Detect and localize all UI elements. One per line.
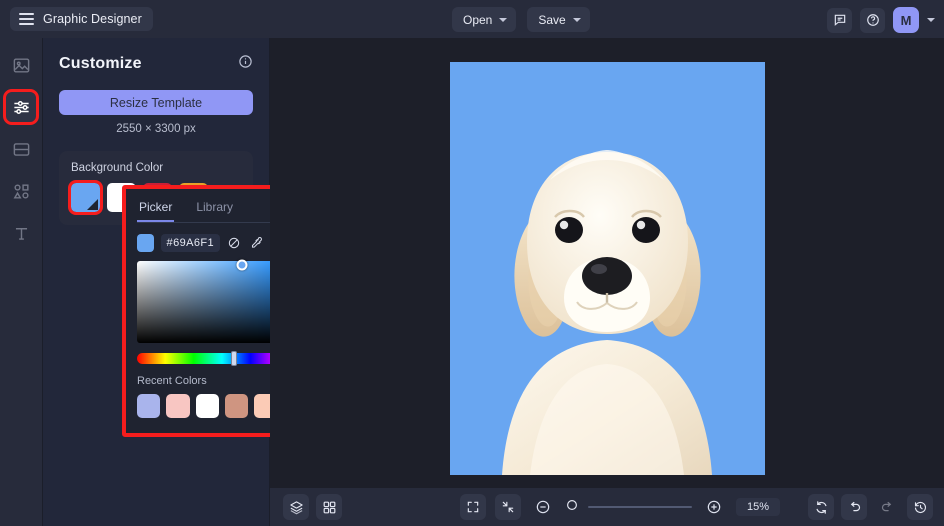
panel-header: Customize bbox=[59, 54, 253, 74]
top-bar-left: Graphic Designer bbox=[10, 7, 153, 31]
artboard[interactable] bbox=[450, 62, 765, 475]
current-color-chip bbox=[137, 234, 154, 252]
info-icon[interactable] bbox=[238, 54, 253, 74]
puppy-artwork bbox=[502, 150, 712, 475]
zoom-controls: 15% bbox=[460, 494, 780, 520]
open-label: Open bbox=[463, 12, 493, 27]
hue-slider-handle[interactable] bbox=[230, 351, 237, 366]
zoom-slider-track[interactable] bbox=[588, 506, 692, 508]
hex-input[interactable]: #69A6F1 bbox=[160, 234, 220, 252]
app-root: Graphic Designer Open Save M Customize R… bbox=[0, 0, 944, 526]
reset-icon[interactable] bbox=[808, 494, 834, 520]
template-dimensions: 2550 × 3300 px bbox=[116, 123, 196, 135]
tab-library[interactable]: Library bbox=[194, 197, 235, 222]
bottom-bar-right bbox=[808, 494, 933, 520]
redo-icon[interactable] bbox=[874, 494, 900, 520]
chevron-down-icon bbox=[499, 17, 508, 22]
save-button[interactable]: Save bbox=[527, 7, 590, 32]
avatar[interactable]: M bbox=[893, 7, 919, 33]
top-bar: Graphic Designer Open Save M bbox=[0, 0, 944, 38]
app-title-chip[interactable]: Graphic Designer bbox=[10, 7, 153, 31]
history-icon[interactable] bbox=[907, 494, 933, 520]
sidebar-item-elements[interactable] bbox=[6, 176, 36, 206]
recent-color-swatch[interactable] bbox=[166, 394, 190, 418]
recent-color-swatch[interactable] bbox=[224, 394, 249, 418]
comment-icon[interactable] bbox=[827, 7, 852, 33]
swatch-corner-marker bbox=[87, 199, 98, 210]
sidebar-item-layouts[interactable] bbox=[6, 134, 36, 164]
bottom-bar-left bbox=[283, 494, 342, 520]
sidebar-item-customize[interactable] bbox=[3, 89, 39, 125]
background-color-label: Background Color bbox=[71, 162, 164, 174]
open-button[interactable]: Open bbox=[452, 7, 517, 32]
left-rail bbox=[0, 38, 43, 526]
grid-icon[interactable] bbox=[316, 494, 342, 520]
layers-icon[interactable] bbox=[283, 494, 309, 520]
undo-icon[interactable] bbox=[841, 494, 867, 520]
sidebar-item-text[interactable] bbox=[6, 218, 36, 248]
zoom-level-value[interactable]: 15% bbox=[736, 498, 780, 516]
no-color-icon[interactable] bbox=[227, 236, 241, 250]
background-swatch-blue[interactable] bbox=[68, 180, 103, 215]
chevron-down-icon bbox=[572, 17, 581, 22]
fit-screen-icon[interactable] bbox=[460, 494, 486, 520]
avatar-chevron-down-icon[interactable] bbox=[927, 18, 935, 22]
canvas-area[interactable] bbox=[270, 38, 944, 488]
top-bar-right: M bbox=[827, 7, 935, 33]
recent-color-swatch[interactable] bbox=[137, 394, 161, 418]
sidebar-item-images[interactable] bbox=[6, 50, 36, 80]
top-bar-center: Open Save bbox=[452, 7, 590, 32]
help-circle-icon[interactable] bbox=[860, 7, 885, 33]
tab-picker[interactable]: Picker bbox=[137, 197, 175, 222]
resize-template-button[interactable]: Resize Template bbox=[59, 90, 253, 115]
save-label: Save bbox=[538, 12, 566, 27]
page-title: Customize bbox=[59, 55, 142, 72]
hamburger-icon[interactable] bbox=[19, 13, 34, 25]
eyedropper-icon[interactable] bbox=[249, 236, 263, 250]
app-title: Graphic Designer bbox=[43, 12, 142, 26]
zoom-in-icon[interactable] bbox=[701, 494, 727, 520]
bottom-bar: 15% bbox=[270, 488, 944, 526]
recent-color-swatch[interactable] bbox=[195, 394, 219, 418]
saturation-value-handle[interactable] bbox=[236, 259, 248, 271]
zoom-slider-thumb[interactable] bbox=[565, 498, 579, 517]
shrink-icon[interactable] bbox=[495, 494, 521, 520]
zoom-out-icon[interactable] bbox=[530, 494, 556, 520]
